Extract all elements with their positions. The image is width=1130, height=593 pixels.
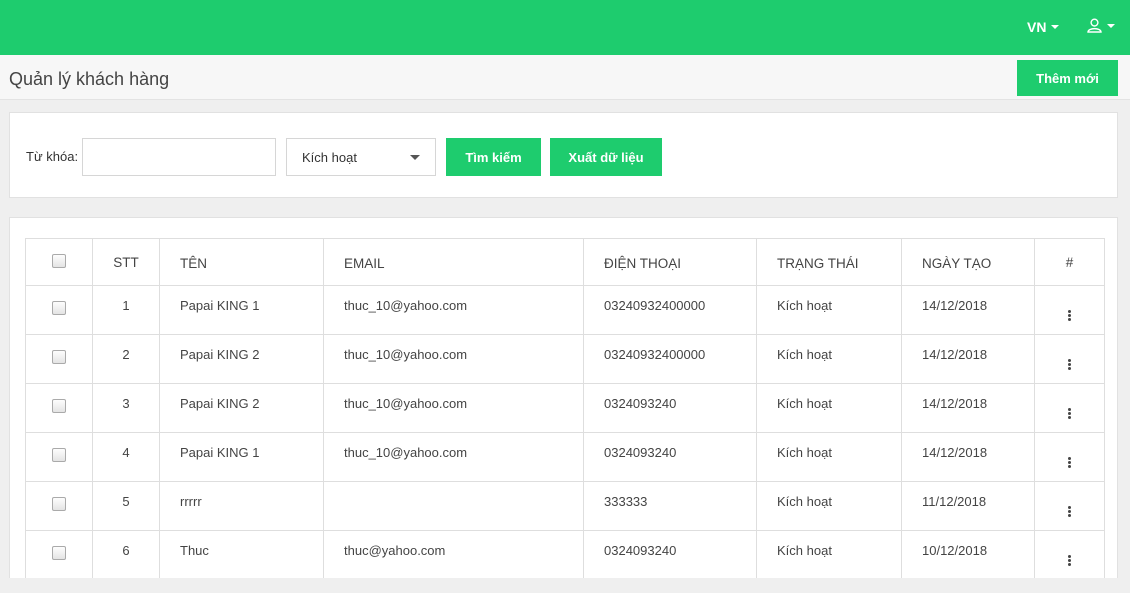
col-stt: STT (92, 238, 160, 286)
table-row: 3 Papai KING 2 thuc_10@yahoo.com 0324093… (25, 383, 1105, 433)
page-header: Quản lý khách hàng Thêm mới (0, 55, 1130, 100)
row-select-cell (25, 530, 93, 580)
row-name: Papai KING 2 (159, 383, 324, 433)
row-select-cell (25, 285, 93, 335)
row-status: Kích hoạt (756, 383, 902, 433)
table-row: 2 Papai KING 2 thuc_10@yahoo.com 0324093… (25, 334, 1105, 384)
row-stt: 2 (92, 334, 160, 384)
row-stt: 4 (92, 432, 160, 482)
row-actions-cell (1034, 481, 1105, 531)
row-status: Kích hoạt (756, 530, 902, 580)
row-name: Thuc (159, 530, 324, 580)
more-vertical-icon[interactable] (1065, 310, 1075, 321)
table-row: 5 rrrrr 333333 Kích hoạt 11/12/2018 (25, 481, 1105, 531)
table-row: 1 Papai KING 1 thuc_10@yahoo.com 0324093… (25, 285, 1105, 335)
more-vertical-icon[interactable] (1065, 359, 1075, 370)
page-footer-strip (0, 578, 1130, 593)
row-phone: 03240932400000 (583, 334, 757, 384)
row-status: Kích hoạt (756, 432, 902, 482)
row-select-cell (25, 432, 93, 482)
row-actions-cell (1034, 334, 1105, 384)
row-email: thuc_10@yahoo.com (323, 432, 584, 482)
row-name: Papai KING 1 (159, 432, 324, 482)
row-email: thuc_10@yahoo.com (323, 383, 584, 433)
table-header-row: STT TÊN EMAIL ĐIỆN THOẠI TRẠNG THÁI NGÀY… (25, 238, 1105, 286)
export-button[interactable]: Xuất dữ liệu (550, 138, 662, 176)
add-new-button[interactable]: Thêm mới (1017, 60, 1118, 96)
customer-table: STT TÊN EMAIL ĐIỆN THOẠI TRẠNG THÁI NGÀY… (25, 238, 1105, 580)
col-phone: ĐIỆN THOẠI (583, 238, 757, 286)
caret-down-icon (1107, 23, 1115, 28)
row-email: thuc_10@yahoo.com (323, 334, 584, 384)
row-select-cell (25, 334, 93, 384)
row-status: Kích hoạt (756, 481, 902, 531)
customer-table-panel: STT TÊN EMAIL ĐIỆN THOẠI TRẠNG THÁI NGÀY… (9, 217, 1118, 587)
row-phone: 0324093240 (583, 383, 757, 433)
row-email (323, 481, 584, 531)
row-phone: 03240932400000 (583, 285, 757, 335)
more-vertical-icon[interactable] (1065, 506, 1075, 517)
col-name: TÊN (159, 238, 324, 286)
page-title: Quản lý khách hàng (9, 69, 170, 89)
row-actions-cell (1034, 432, 1105, 482)
row-stt: 5 (92, 481, 160, 531)
row-name: Papai KING 1 (159, 285, 324, 335)
row-checkbox[interactable] (52, 301, 66, 315)
row-stt: 1 (92, 285, 160, 335)
status-select-value: Kích hoạt (302, 149, 357, 165)
row-select-cell (25, 481, 93, 531)
col-created: NGÀY TẠO (901, 238, 1035, 286)
col-actions: # (1034, 238, 1105, 286)
user-menu[interactable] (1087, 18, 1115, 33)
status-select[interactable]: Kích hoạt (286, 138, 436, 176)
language-label: VN (1027, 19, 1047, 35)
row-phone: 333333 (583, 481, 757, 531)
row-name: rrrrr (159, 481, 324, 531)
row-name: Papai KING 2 (159, 334, 324, 384)
top-navbar: VN (0, 0, 1130, 55)
user-icon (1087, 18, 1102, 33)
row-select-cell (25, 383, 93, 433)
row-created: 10/12/2018 (901, 530, 1035, 580)
col-email: EMAIL (323, 238, 584, 286)
language-dropdown[interactable]: VN (1027, 19, 1060, 35)
row-checkbox[interactable] (52, 399, 66, 413)
table-row: 6 Thuc thuc@yahoo.com 0324093240 Kích ho… (25, 530, 1105, 580)
filter-panel: Từ khóa: Kích hoạt Tìm kiếm Xuất dữ liệu (9, 112, 1118, 198)
row-checkbox[interactable] (52, 497, 66, 511)
row-created: 14/12/2018 (901, 432, 1035, 482)
row-checkbox[interactable] (52, 448, 66, 462)
row-actions-cell (1034, 530, 1105, 580)
row-checkbox[interactable] (52, 546, 66, 560)
row-created: 11/12/2018 (901, 481, 1035, 531)
row-email: thuc_10@yahoo.com (323, 285, 584, 335)
select-all-checkbox[interactable] (52, 253, 66, 268)
row-actions-cell (1034, 383, 1105, 433)
row-stt: 3 (92, 383, 160, 433)
row-created: 14/12/2018 (901, 383, 1035, 433)
keyword-input[interactable] (82, 138, 276, 176)
row-phone: 0324093240 (583, 432, 757, 482)
keyword-label: Từ khóa: (26, 149, 79, 164)
row-checkbox[interactable] (52, 350, 66, 364)
more-vertical-icon[interactable] (1065, 555, 1075, 566)
row-stt: 6 (92, 530, 160, 580)
row-status: Kích hoạt (756, 285, 902, 335)
row-email: thuc@yahoo.com (323, 530, 584, 580)
more-vertical-icon[interactable] (1065, 408, 1075, 419)
row-actions-cell (1034, 285, 1105, 335)
caret-down-icon (410, 155, 420, 160)
search-button[interactable]: Tìm kiếm (446, 138, 541, 176)
more-vertical-icon[interactable] (1065, 457, 1075, 468)
col-status: TRẠNG THÁI (756, 238, 902, 286)
caret-down-icon (1051, 25, 1060, 29)
select-all-cell (25, 238, 93, 286)
row-status: Kích hoạt (756, 334, 902, 384)
row-created: 14/12/2018 (901, 285, 1035, 335)
row-created: 14/12/2018 (901, 334, 1035, 384)
table-row: 4 Papai KING 1 thuc_10@yahoo.com 0324093… (25, 432, 1105, 482)
row-phone: 0324093240 (583, 530, 757, 580)
